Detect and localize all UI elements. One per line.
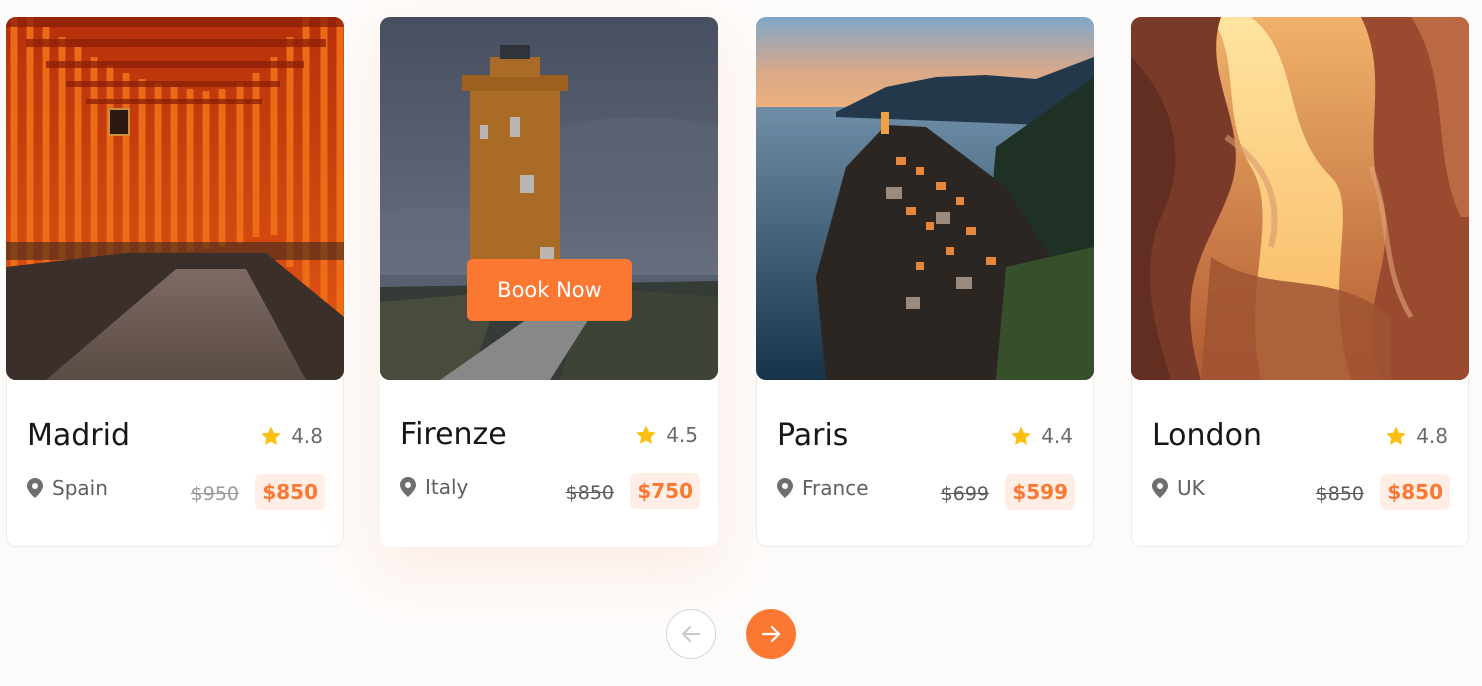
star-icon bbox=[1386, 426, 1406, 445]
star-icon bbox=[636, 425, 656, 444]
rating-value: 4.8 bbox=[291, 424, 323, 448]
original-price: $699 bbox=[940, 483, 989, 505]
location-label: UK bbox=[1177, 476, 1205, 500]
star-icon bbox=[261, 426, 281, 445]
destination-name: Firenze bbox=[400, 417, 507, 452]
destination-name: Madrid bbox=[27, 418, 131, 453]
arrow-right-icon bbox=[761, 625, 781, 643]
rating-value: 4.5 bbox=[666, 423, 698, 447]
destination-card-paris[interactable]: Paris 4.4 France $699 $599 bbox=[756, 17, 1094, 547]
rating: 4.8 bbox=[1384, 422, 1448, 450]
map-pin-icon bbox=[1152, 478, 1168, 498]
location: Italy bbox=[400, 473, 468, 501]
sale-price: $750 bbox=[630, 473, 700, 509]
original-price: $850 bbox=[1315, 483, 1364, 505]
sale-price: $850 bbox=[255, 474, 325, 510]
destination-name: Paris bbox=[777, 418, 849, 453]
original-price: $950 bbox=[190, 483, 239, 505]
destination-card-london[interactable]: London 4.8 UK $850 $850 bbox=[1131, 17, 1469, 547]
destination-photo bbox=[1131, 17, 1469, 380]
location-label: France bbox=[802, 476, 869, 500]
location-label: Spain bbox=[52, 476, 108, 500]
location: France bbox=[777, 474, 869, 502]
destination-card-madrid[interactable]: Madrid 4.8 Spain $950 $850 bbox=[6, 17, 344, 547]
arrow-left-icon bbox=[682, 626, 700, 642]
sale-price: $599 bbox=[1005, 474, 1075, 510]
map-pin-icon bbox=[777, 478, 793, 498]
destination-card-firenze[interactable]: Book Now Firenze 4.5 Italy $850 $750 bbox=[380, 17, 718, 547]
rating-value: 4.4 bbox=[1041, 424, 1073, 448]
rating: 4.5 bbox=[634, 421, 698, 449]
location: Spain bbox=[27, 474, 108, 502]
destination-name: London bbox=[1152, 418, 1262, 453]
original-price: $850 bbox=[565, 482, 614, 504]
sale-price: $850 bbox=[1380, 474, 1450, 510]
rating-value: 4.8 bbox=[1416, 424, 1448, 448]
carousel-prev-button[interactable] bbox=[666, 609, 716, 659]
star-icon bbox=[1011, 426, 1031, 445]
map-pin-icon bbox=[27, 478, 43, 498]
photo-overlay bbox=[380, 17, 718, 380]
location: UK bbox=[1152, 474, 1205, 502]
destination-photo bbox=[6, 17, 344, 380]
rating: 4.4 bbox=[1009, 422, 1073, 450]
map-pin-icon bbox=[400, 477, 416, 497]
destination-photo bbox=[756, 17, 1094, 380]
book-now-button[interactable]: Book Now bbox=[467, 259, 632, 321]
rating: 4.8 bbox=[259, 422, 323, 450]
carousel-next-button[interactable] bbox=[746, 609, 796, 659]
location-label: Italy bbox=[425, 475, 469, 499]
destination-photo: Book Now bbox=[380, 17, 718, 380]
